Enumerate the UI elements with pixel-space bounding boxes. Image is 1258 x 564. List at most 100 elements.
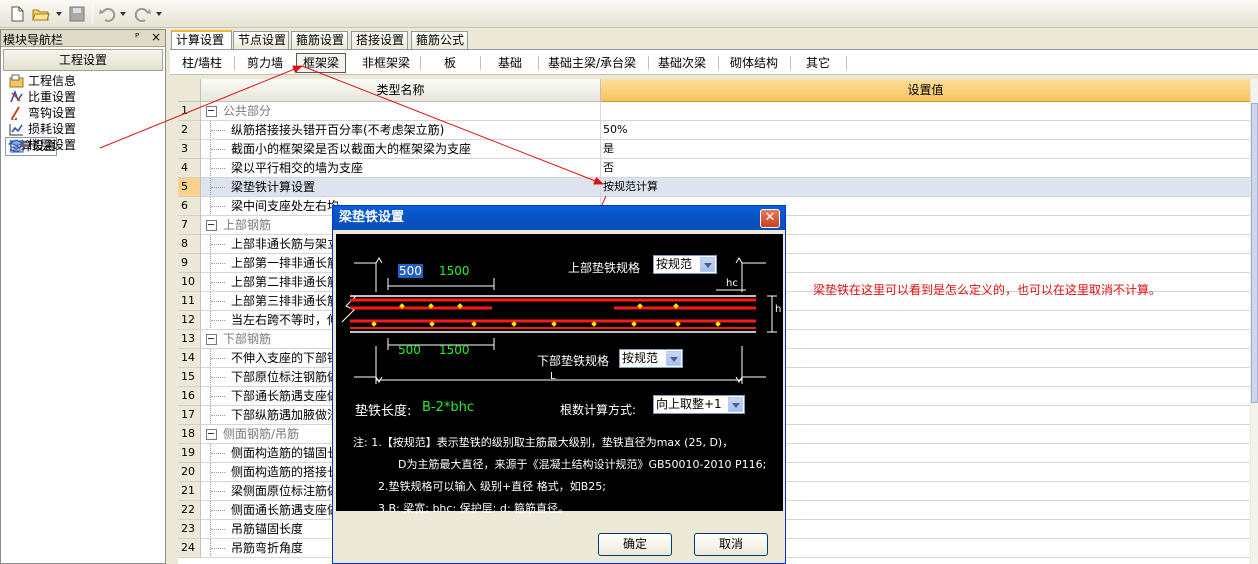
nav-item-project-info[interactable]: 工程信息: [5, 73, 161, 89]
tab-slab[interactable]: 板: [432, 53, 468, 73]
setting-value[interactable]: 50%: [601, 121, 1250, 140]
row-number: 1: [178, 102, 201, 121]
undo-dropdown-icon[interactable]: [120, 12, 126, 16]
nav-item-floor-settings[interactable]: 楼层设置: [5, 137, 161, 153]
open-folder-icon[interactable]: [32, 5, 50, 23]
chevron-down-icon[interactable]: [666, 351, 681, 366]
tab-frame-beam[interactable]: 框架梁: [296, 53, 346, 73]
nav-section-header[interactable]: 工程设置: [3, 49, 163, 71]
tab-lap-settings[interactable]: 搭接设置: [351, 31, 408, 49]
bottom-shim-label: 下部垫铁规格: [537, 354, 610, 368]
tab-foundation-main-beam[interactable]: 基础主梁/承台梁: [544, 53, 640, 73]
row-number: 14: [178, 349, 201, 368]
left-support: [354, 257, 383, 292]
row-number: 19: [178, 444, 201, 463]
left-support-bottom: [354, 346, 383, 383]
bottom-shim-select[interactable]: 按规范: [619, 349, 683, 368]
nav-item-label: 楼层设置: [28, 138, 77, 152]
top-shim-select[interactable]: 按规范: [653, 255, 717, 274]
pin-icon[interactable]: ᴾ: [135, 31, 139, 44]
tab-non-frame-beam[interactable]: 非框架梁: [356, 53, 416, 73]
top-shim-value: 按规范: [656, 257, 693, 271]
cancel-button[interactable]: 取消: [694, 533, 768, 556]
setting-value[interactable]: [601, 102, 1250, 121]
group-name[interactable]: 公共部分: [201, 102, 601, 121]
tab-foundation-secondary-beam[interactable]: 基础次梁: [654, 53, 710, 73]
save-icon[interactable]: [68, 5, 86, 23]
tab-separator: [718, 56, 719, 70]
table-row[interactable]: 4 梁以平行相交的墙为支座否: [178, 159, 1250, 178]
weight-settings-icon: [10, 90, 23, 103]
tab-stirrup-formula[interactable]: 箍筋公式: [411, 31, 468, 49]
row-number: 6: [178, 197, 201, 216]
row-number: 20: [178, 463, 201, 482]
row-number: 13: [178, 330, 201, 349]
dialog-close-button[interactable]: ✕: [760, 209, 780, 228]
column-header-name[interactable]: 类型名称: [201, 79, 601, 102]
count-method-select[interactable]: 向上取整+1: [653, 395, 745, 414]
group-row[interactable]: 1 公共部分: [178, 102, 1250, 121]
dim-hc: hc: [726, 278, 738, 289]
table-row[interactable]: 2 纵筋搭接接头错开百分率(不考虑架立筋) 50%: [178, 121, 1250, 140]
row-number: 4: [178, 159, 201, 178]
tab-separator: [480, 56, 481, 70]
row-number: 23: [178, 520, 201, 539]
bottom-shim-value: 按规范: [622, 351, 659, 365]
setting-name: 梁以平行相交的墙为支座: [201, 159, 601, 178]
table-row[interactable]: 3 截面小的框架梁是否以截面大的框架梁为支座是: [178, 140, 1250, 159]
row-number: 21: [178, 482, 201, 501]
column-header-value[interactable]: 设置值: [601, 79, 1250, 102]
tab-separator: [648, 56, 649, 70]
setting-value[interactable]: 否: [601, 159, 1250, 178]
dim-1500-bottom: 1500: [439, 343, 470, 357]
row-number: 18: [178, 425, 201, 444]
row-number: 24: [178, 539, 201, 558]
scrollbar-thumb[interactable]: [1251, 103, 1258, 403]
count-method-label: 根数计算方式:: [560, 403, 637, 417]
tab-masonry[interactable]: 砌体结构: [726, 53, 782, 73]
tab-shear-wall[interactable]: 剪力墙: [240, 53, 290, 73]
row-number: 22: [178, 501, 201, 520]
count-method-value: 向上取整+1: [656, 397, 722, 411]
note-line: 注: 1.【按规范】表示垫铁的级别取主筋最大级别，垫铁直径为max (25, D…: [353, 436, 734, 449]
redo-dropdown-icon[interactable]: [156, 12, 162, 16]
nav-title: 模块导航栏: [3, 33, 64, 47]
redo-icon[interactable]: [134, 5, 152, 23]
row-number: 7: [178, 216, 201, 235]
tab-node-settings[interactable]: 节点设置: [233, 31, 289, 49]
new-file-icon[interactable]: [8, 5, 26, 23]
ok-button[interactable]: 确定: [598, 533, 672, 556]
row-number: 12: [178, 311, 201, 330]
tab-other[interactable]: 其它: [798, 53, 838, 73]
chevron-down-icon[interactable]: [700, 257, 715, 272]
dim-500-bottom: 500: [398, 343, 421, 357]
tab-separator: [234, 56, 235, 70]
top-shim-label: 上部垫铁规格: [568, 261, 641, 275]
tab-stirrup-settings[interactable]: 箍筋设置: [291, 31, 348, 49]
setting-value[interactable]: 按规范计算: [601, 178, 1250, 197]
row-number: 10: [178, 273, 201, 292]
nav-item-label: 工程信息: [28, 74, 77, 88]
row-number: 5: [178, 178, 201, 197]
right-support-bottom: [735, 346, 766, 383]
vertical-scrollbar[interactable]: [1251, 79, 1258, 564]
note-line: D为主筋最大直径，来源于《混凝土结构设计规范》GB50010-2010 P116…: [398, 458, 767, 471]
close-icon[interactable]: ×: [151, 30, 161, 44]
chevron-down-icon[interactable]: [728, 397, 743, 412]
nav-item-loss-settings[interactable]: 损耗设置: [5, 121, 161, 137]
tab-column-wall-column[interactable]: 柱/墙柱: [176, 53, 228, 73]
row-number: 9: [178, 254, 201, 273]
nav-item-hook-settings[interactable]: 弯钩设置: [5, 105, 161, 121]
tab-calc-settings[interactable]: 计算设置: [171, 30, 232, 50]
undo-icon[interactable]: [98, 5, 116, 23]
tab-separator: [420, 56, 421, 70]
nav-item-weight-settings[interactable]: 比重设置: [5, 89, 161, 105]
note-line: 2.垫铁规格可以输入 级别+直径 格式，如B25;: [378, 480, 606, 493]
open-dropdown-icon[interactable]: [56, 12, 62, 16]
table-row[interactable]: 5 梁垫铁计算设置 按规范计算: [178, 178, 1250, 197]
member-type-tabs: 柱/墙柱 剪力墙 框架梁 非框架梁 板 基础 基础主梁/承台梁 基础次梁 砌体结…: [170, 49, 1258, 75]
nav-title-bar: 模块导航栏 ᴾ ×: [1, 30, 165, 47]
tab-foundation[interactable]: 基础: [490, 53, 530, 73]
setting-value[interactable]: 是: [601, 140, 1250, 159]
beam-shim-dialog: 梁垫铁设置 ✕ 500 1500 500 1500 hc h L 上部垫铁规格 …: [332, 205, 786, 564]
